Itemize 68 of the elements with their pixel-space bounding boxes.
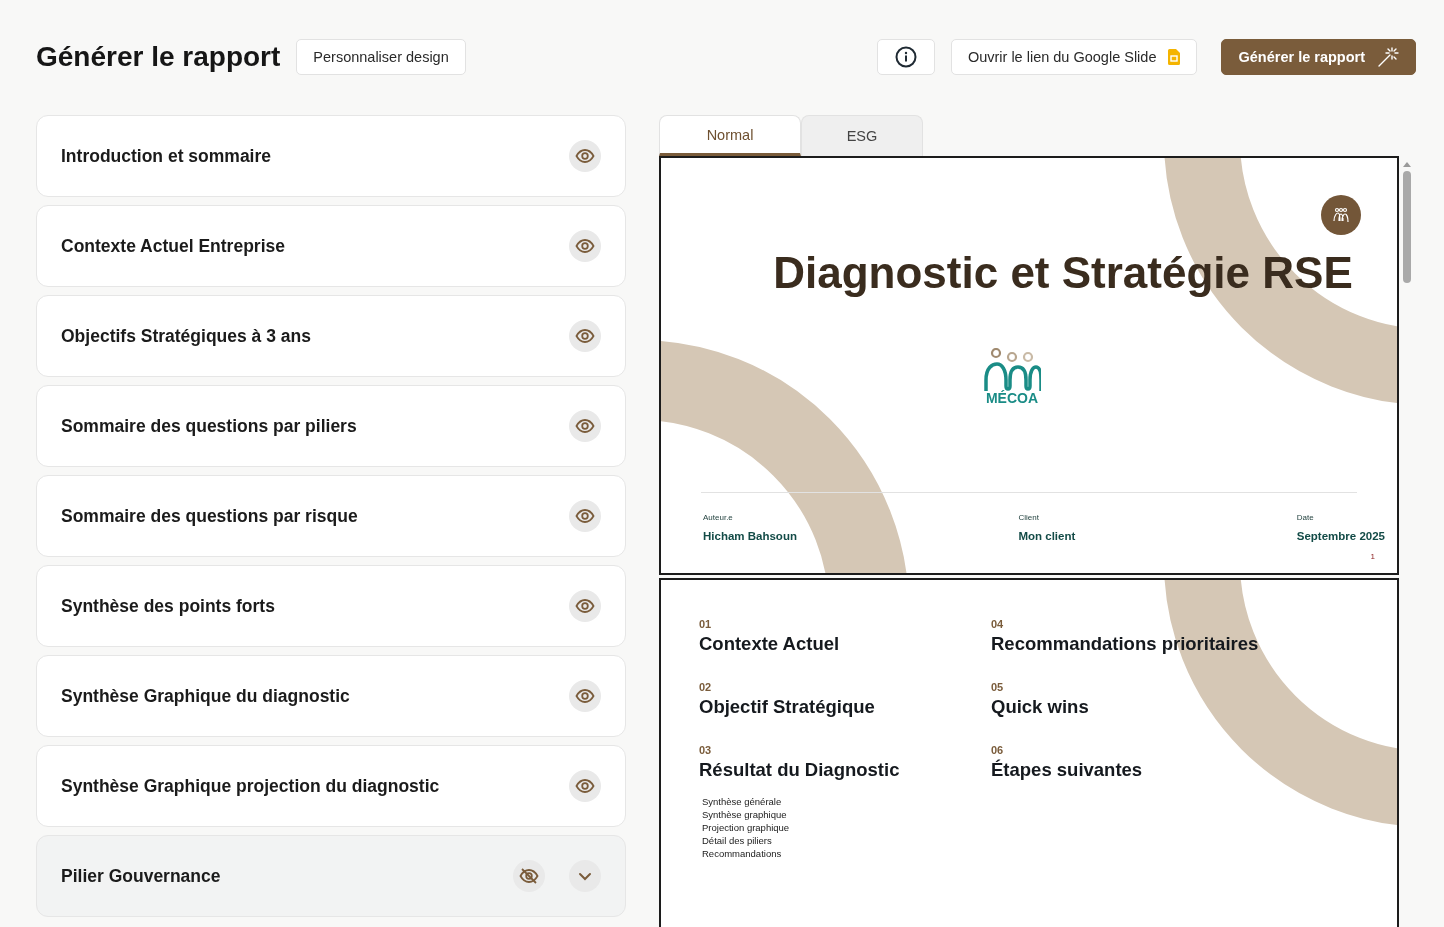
section-title: Sommaire des questions par risque	[61, 505, 359, 527]
eye-icon[interactable]	[569, 770, 601, 802]
chapter-title: Étapes suivantes	[991, 759, 1144, 781]
chapter-number: 06	[991, 744, 1005, 756]
section-card[interactable]: Synthèse Graphique du diagnostic	[36, 655, 626, 737]
eye-icon[interactable]	[569, 230, 601, 262]
chapter-number: 01	[699, 618, 713, 630]
preview-tab[interactable]: Normal	[659, 115, 801, 156]
chapter-subitem: Projection graphique	[702, 822, 791, 833]
slide-title: Diagnostic et Stratégie RSE	[772, 248, 1354, 298]
meta-label: Auteur.e	[703, 513, 734, 522]
info-icon	[894, 46, 917, 68]
chapter-number: 05	[991, 681, 1005, 693]
generate-report-button[interactable]: Générer le rapport	[1221, 39, 1416, 75]
customize-design-button[interactable]: Personnaliser design	[296, 39, 466, 75]
section-title: Introduction et sommaire	[61, 145, 273, 167]
slides-file-icon	[1168, 49, 1181, 65]
magic-wand-icon	[1377, 46, 1399, 68]
eye-off-icon[interactable]	[513, 860, 545, 892]
meta-label: Date	[1296, 513, 1315, 522]
section-card[interactable]: Sommaire des questions par piliers	[36, 385, 626, 467]
section-card[interactable]: Synthèse Graphique projection du diagnostic	[36, 745, 626, 827]
meta-label: Client	[1018, 513, 1040, 522]
logo-icon	[983, 348, 1041, 392]
chapter-number: 04	[991, 618, 1005, 630]
chapter-subitem: Synthèse graphique	[702, 809, 788, 820]
chapter-number: 02	[699, 681, 713, 693]
chapter-subitem: Détail des piliers	[702, 835, 773, 846]
section-title: Synthèse Graphique projection du diagnostic	[61, 775, 441, 797]
chapter-title: Quick wins	[991, 696, 1090, 718]
section-card[interactable]: Contexte Actuel Entreprise	[36, 205, 626, 287]
logo-text: MÉCOA	[985, 390, 1039, 406]
eye-icon[interactable]	[569, 410, 601, 442]
section-title: Synthèse des points forts	[61, 595, 276, 617]
chapter-subitem: Recommandations	[702, 848, 783, 859]
section-card[interactable]: Pilier Gouvernance	[36, 835, 626, 917]
chapter-title: Résultat du Diagnostic	[699, 759, 901, 781]
section-card[interactable]: Introduction et sommaire	[36, 115, 626, 197]
eye-icon[interactable]	[569, 320, 601, 352]
page-number: 1	[1370, 552, 1375, 561]
section-card[interactable]: Objectifs Stratégiques à 3 ans	[36, 295, 626, 377]
open-slide-link-button[interactable]: Ouvrir le lien du Google Slide	[950, 39, 1198, 75]
chevron-down-icon[interactable]	[569, 860, 601, 892]
section-title: Objectifs Stratégiques à 3 ans	[61, 325, 312, 347]
section-title: Sommaire des questions par piliers	[61, 415, 358, 437]
scrollbar-thumb[interactable]	[1403, 171, 1411, 283]
eye-icon[interactable]	[569, 140, 601, 172]
chapter-title: Recommandations prioritaires	[991, 633, 1260, 655]
preview-tab[interactable]: ESG	[801, 115, 923, 156]
scroll-up-icon[interactable]	[1402, 160, 1412, 168]
info-button[interactable]	[876, 39, 935, 75]
team-avatar-icon	[1321, 195, 1361, 235]
chapter-title: Contexte Actuel	[699, 633, 841, 655]
eye-icon[interactable]	[569, 680, 601, 712]
meta-value: Septembre 2025	[1296, 530, 1385, 542]
eye-icon[interactable]	[569, 590, 601, 622]
eye-icon[interactable]	[569, 500, 601, 532]
section-card[interactable]: Synthèse des points forts	[36, 565, 626, 647]
chapter-number: 03	[699, 744, 713, 756]
chapter-title: Objectif Stratégique	[699, 696, 876, 718]
page-title: Générer le rapport	[36, 41, 281, 73]
section-title: Pilier Gouvernance	[61, 865, 222, 887]
meta-value: Hicham Bahsoun	[703, 530, 797, 542]
section-title: Contexte Actuel Entreprise	[61, 235, 286, 257]
meta-value: Mon client	[1018, 530, 1076, 542]
section-card[interactable]: Sommaire des questions par risque	[36, 475, 626, 557]
chapter-subitem: Synthèse générale	[702, 796, 783, 807]
section-title: Synthèse Graphique du diagnostic	[61, 685, 351, 707]
